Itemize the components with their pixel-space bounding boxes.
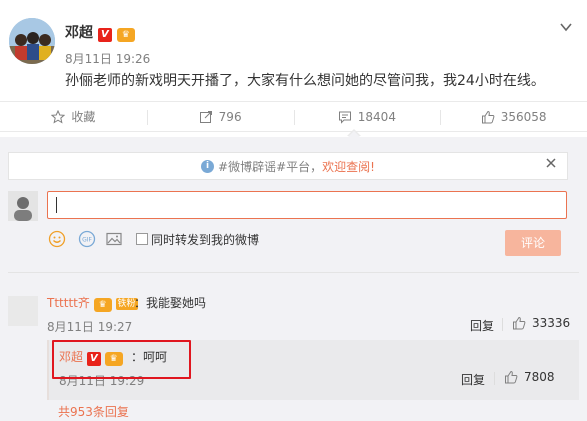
repost-count: 796 (218, 109, 242, 124)
more-replies-link[interactable]: 共953条回复 (58, 403, 129, 420)
rumor-notice[interactable]: i #微博辟谣#平台， 欢迎查阅! (8, 152, 568, 180)
emoji-icon[interactable] (48, 230, 66, 248)
post-action-bar: 收藏 796 18404 356058 (0, 101, 587, 132)
divider (494, 372, 495, 385)
vip-crown-icon: ♛ (116, 28, 135, 42)
vip-crown-icon: ♛ (93, 298, 112, 312)
thumbs-up-icon (481, 110, 495, 123)
post-time[interactable]: 8月11日 19:26 (65, 50, 150, 67)
comment-like-button[interactable]: 33336 (512, 316, 570, 330)
comment-count: 18404 (357, 109, 396, 124)
divider (502, 318, 503, 331)
comment-icon (338, 111, 351, 124)
like-button[interactable]: 356058 (440, 102, 587, 131)
collect-button[interactable]: 收藏 (0, 102, 147, 131)
info-icon: i (201, 159, 215, 173)
gif-icon[interactable]: GIF (78, 230, 96, 248)
sync-repost-label: 同时转发到我的微博 (151, 233, 260, 247)
chevron-down-icon[interactable] (559, 20, 573, 34)
reply-reply-button[interactable]: 回复 (461, 371, 485, 388)
like-count: 356058 (500, 109, 547, 124)
comment-text: ：我能娶她吗 (134, 296, 207, 310)
divider (8, 272, 579, 273)
my-avatar (8, 191, 38, 221)
verified-icon: V (97, 28, 112, 42)
commenter-avatar[interactable] (8, 296, 38, 326)
thumbs-up-icon (513, 316, 526, 330)
post-text: 孙俪老师的新戏明天开播了，大家有什么想问她的尽管问我，我24小时在线。 (65, 73, 545, 89)
notice-link[interactable]: 欢迎查阅! (322, 158, 375, 175)
author-avatar[interactable] (9, 18, 55, 64)
post-author[interactable]: 邓超 V ♛ (65, 22, 135, 42)
thumbs-up-icon (505, 370, 518, 384)
post-author-name[interactable]: 邓超 (65, 25, 93, 41)
comment-input[interactable] (47, 191, 567, 219)
repost-button[interactable]: 796 (146, 102, 294, 131)
comment-author-name[interactable]: Tttttt齐 (47, 296, 90, 310)
comment-author[interactable]: Tttttt齐 ♛ 铁粉 (47, 294, 138, 312)
notice-prefix: #微博辟谣#平台， (218, 159, 323, 174)
star-icon (51, 109, 66, 124)
comment-time: 8月11日 19:27 (47, 320, 133, 334)
reply-like-count: 7808 (524, 370, 555, 384)
text-cursor (56, 197, 57, 213)
sync-repost-checkbox[interactable] (136, 233, 148, 245)
reply-like-button[interactable]: 7808 (504, 370, 555, 384)
comment-button[interactable]: 18404 (293, 102, 441, 131)
svg-text:GIF: GIF (82, 237, 92, 244)
close-icon[interactable] (545, 157, 557, 169)
image-icon[interactable] (105, 230, 123, 248)
comment-reply-button[interactable]: 回复 (470, 317, 494, 334)
highlight-box (52, 340, 191, 379)
collect-label: 收藏 (71, 110, 96, 124)
submit-comment-button[interactable]: 评论 (505, 230, 561, 256)
comment-like-count: 33336 (532, 316, 571, 330)
comment-pointer-fill (348, 131, 360, 137)
repost-icon (199, 110, 212, 123)
